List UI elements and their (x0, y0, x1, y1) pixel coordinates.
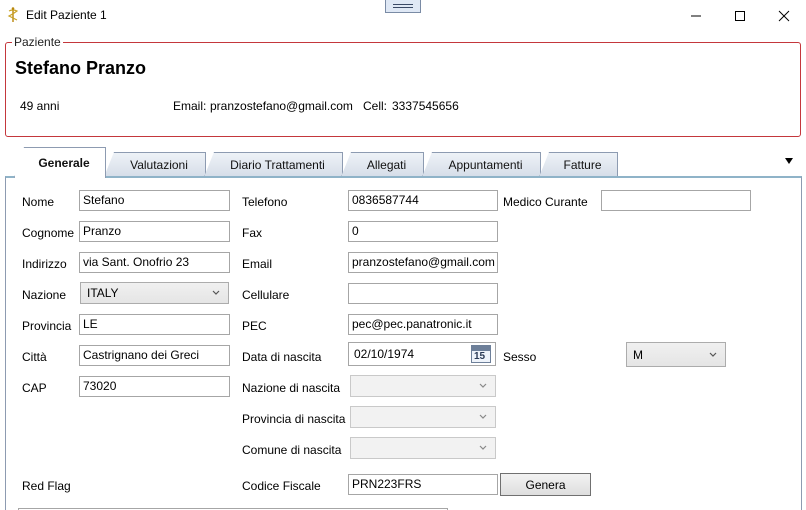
provincia-nascita-label: Provincia di nascita (242, 412, 346, 426)
pec-label: PEC (242, 319, 267, 333)
maximize-icon (735, 10, 745, 21)
codice-fiscale-label: Codice Fiscale (242, 479, 321, 493)
nazione-nascita-combobox[interactable] (350, 375, 496, 397)
sesso-combobox[interactable]: M (626, 342, 726, 367)
chevron-down-icon (709, 352, 717, 357)
indirizzo-label: Indirizzo (22, 257, 67, 271)
comune-nascita-label: Comune di nascita (242, 443, 342, 457)
calendar-icon[interactable]: 15 (471, 345, 491, 363)
close-button[interactable] (762, 0, 806, 31)
chevron-down-icon (479, 383, 487, 388)
telefono-label: Telefono (242, 195, 288, 209)
tab-allegati[interactable]: Allegati (341, 152, 424, 177)
patient-name: Stefano Pranzo (15, 58, 147, 78)
edit-patient-window: Edit Paziente 1 Paziente Stefano Pranzo … (0, 0, 806, 510)
nazione-label: Nazione (22, 288, 67, 302)
triangle-down-icon[interactable] (784, 157, 794, 165)
drag-grip-handle[interactable] (385, 0, 421, 13)
patient-groupbox: Paziente Stefano Pranzo 49 anni Email: p… (5, 35, 801, 137)
medico-curante-input[interactable] (601, 190, 751, 211)
tab-strip: Generale Valutazioni Diario Trattamenti … (0, 145, 806, 178)
patient-cell-label: Cell: (363, 99, 388, 113)
cellulare-label: Cellulare (242, 288, 290, 302)
close-icon (778, 10, 790, 21)
data-nascita-label: Data di nascita (242, 350, 322, 364)
nazione-nascita-label: Nazione di nascita (242, 381, 341, 395)
patient-group-legend: Paziente (12, 35, 63, 49)
tab-diario-trattamenti[interactable]: Diario Trattamenti (204, 152, 343, 177)
red-flag-label: Red Flag (22, 479, 71, 493)
nazione-combobox[interactable]: ITALY (80, 282, 229, 304)
cognome-input[interactable]: Pranzo (79, 221, 230, 242)
patient-email-label: Email: (173, 99, 207, 113)
window-title: Edit Paziente 1 (26, 8, 107, 22)
tab-appuntamenti[interactable]: Appuntamenti (422, 152, 541, 177)
maximize-button[interactable] (718, 0, 762, 31)
nome-input[interactable]: Stefano (79, 190, 230, 211)
sesso-label: Sesso (503, 350, 537, 364)
patient-age: 49 anni (20, 99, 60, 113)
cognome-label: Cognome (22, 226, 75, 240)
pec-input[interactable]: pec@pec.panatronic.it (348, 314, 498, 335)
minimize-button[interactable] (674, 0, 718, 31)
codice-fiscale-input[interactable]: PRN223FRS (348, 474, 498, 495)
chevron-down-icon (212, 290, 220, 295)
caduceus-icon (7, 7, 19, 22)
minimize-icon (691, 15, 701, 16)
title-bar: Edit Paziente 1 (0, 0, 806, 31)
tab-valutazioni[interactable]: Valutazioni (104, 152, 206, 177)
provincia-input[interactable]: LE (79, 314, 230, 335)
genera-button[interactable]: Genera (500, 473, 591, 496)
data-nascita-value: 02/10/1974 (354, 347, 415, 361)
citta-label: Città (22, 350, 47, 364)
nazione-value: ITALY (87, 286, 119, 300)
sesso-value: M (633, 348, 643, 362)
fax-label: Fax (242, 226, 263, 240)
chevron-down-icon (479, 414, 487, 419)
cap-label: CAP (22, 381, 47, 395)
chevron-down-icon (479, 445, 487, 450)
comune-nascita-combobox[interactable] (350, 437, 496, 459)
nome-label: Nome (22, 195, 55, 209)
fax-input[interactable]: 0 (348, 221, 498, 242)
email-input[interactable]: pranzostefano@gmail.com (348, 252, 498, 273)
citta-input[interactable]: Castrignano dei Greci (79, 345, 230, 366)
medico-curante-label: Medico Curante (503, 195, 588, 209)
patient-cell: 3337545656 (392, 99, 459, 113)
cap-input[interactable]: 73020 (79, 376, 230, 397)
email-label: Email (242, 257, 273, 271)
tab-generale[interactable]: Generale (14, 147, 106, 178)
patient-email: pranzostefano@gmail.com (210, 99, 353, 113)
data-nascita-datepicker[interactable]: 02/10/1974 15 (348, 342, 496, 366)
telefono-input[interactable]: 0836587744 (348, 190, 498, 211)
indirizzo-input[interactable]: via Sant. Onofrio 23 (79, 252, 230, 273)
provincia-label: Provincia (22, 319, 72, 333)
provincia-nascita-combobox[interactable] (350, 406, 496, 428)
tab-fatture[interactable]: Fatture (539, 152, 618, 177)
tab-content-generale: Nome Stefano Cognome Pranzo Indirizzo vi… (5, 176, 802, 510)
cellulare-input[interactable] (348, 283, 498, 304)
